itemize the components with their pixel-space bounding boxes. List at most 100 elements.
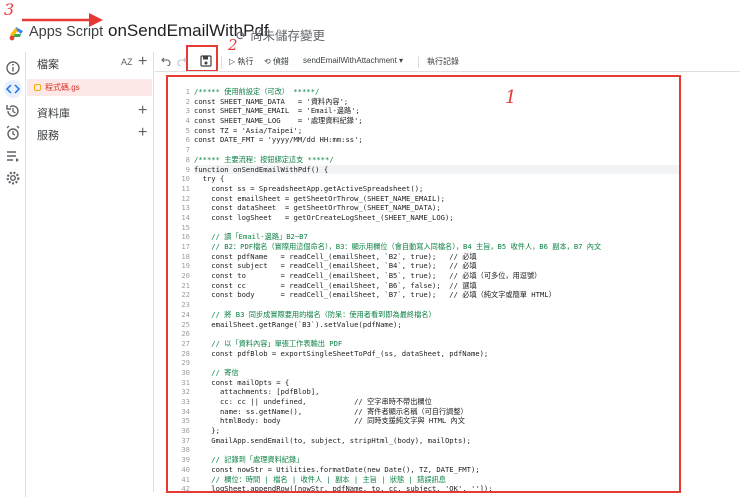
line-number: 41 (181, 474, 190, 484)
line-number: 30 (181, 367, 190, 377)
line-number: 20 (181, 271, 190, 281)
redo-icon[interactable] (177, 56, 187, 66)
line-number: 12 (181, 193, 190, 203)
add-service-button[interactable]: + (138, 125, 147, 141)
add-file-button[interactable]: + (138, 54, 147, 70)
files-title: 檔案 (37, 59, 59, 71)
add-library-button[interactable]: + (138, 103, 147, 119)
code-line[interactable]: logSheet.appendRow([nowStr, pdfName, to,… (194, 484, 679, 491)
line-number: 29 (181, 358, 190, 368)
annotation-label-three: 3 (4, 0, 15, 19)
code-line[interactable]: /***** 主要流程：按鈕綁定這支 *****/ (194, 155, 679, 165)
code-line[interactable]: const TZ = 'Asia/Taipei'; (194, 126, 679, 136)
editor-code-icon[interactable] (4, 80, 22, 98)
run-label: 執行 (237, 57, 254, 66)
line-number: 31 (181, 377, 190, 387)
save-disk-icon[interactable] (200, 55, 212, 67)
line-number: 18 (181, 251, 190, 261)
files-panel: 檔案 AZ + 程式碼.gs 資料庫 + 服務 + (27, 52, 154, 492)
line-number: 14 (181, 212, 190, 222)
code-line[interactable]: const to = readCell_(emailSheet, `B5`, t… (194, 271, 679, 281)
code-line[interactable]: const subject = readCell_(emailSheet, `B… (194, 261, 679, 271)
line-number: 35 (181, 416, 190, 426)
code-line[interactable]: const SHEET_NAME_LOG = '處理資料紀錄'; (194, 116, 679, 126)
code-line[interactable]: const pdfBlob = exportSingleSheetToPdf_(… (194, 349, 679, 359)
file-item-code-gs[interactable]: 程式碼.gs (27, 79, 152, 96)
code-line[interactable]: htmlBody: body // 同時支援純文字與 HTML 內文 (194, 416, 679, 426)
code-line[interactable] (194, 145, 679, 155)
code-line[interactable]: const dataSheet = getSheetOrThrow_(SHEET… (194, 203, 679, 213)
line-number: 19 (181, 261, 190, 271)
services-title: 服務 (37, 130, 59, 142)
line-number: 9 (185, 164, 190, 174)
code-line[interactable]: cc: cc || undefined, // 空字串時不帶出欄位 (194, 397, 679, 407)
code-line[interactable]: // 以「資料內容」單張工作表輸出 PDF (194, 339, 679, 349)
toolbar-divider (418, 56, 419, 68)
code-line[interactable]: GmailApp.sendEmail(to, subject, stripHtm… (194, 436, 679, 446)
code-line[interactable] (194, 223, 679, 233)
code-line[interactable]: function onSendEmailWithPdf() { (194, 164, 679, 175)
line-number: 5 (185, 125, 190, 135)
line-number: 11 (181, 183, 190, 193)
line-number: 15 (181, 222, 190, 232)
settings-gear-icon[interactable] (4, 169, 22, 187)
line-number: 21 (181, 280, 190, 290)
line-number-gutter: 1 2 3 4 5 6 7 8 9 10 11 12 13 14 15 16 17 18 19 20 21 22 23 24 2… (168, 87, 190, 493)
line-number: 1 (185, 87, 190, 96)
code-line[interactable]: const DATE_FMT = 'yyyy/MM/dd HH:mm:ss'; (194, 135, 679, 145)
line-number: 24 (181, 309, 190, 319)
code-line[interactable]: const SHEET_NAME_EMAIL = 'Email-邊路'; (194, 106, 679, 116)
triggers-alarm-icon[interactable] (4, 124, 22, 142)
code-line[interactable]: name: ss.getName(), // 寄件者顯示名稱（可自行調整） (194, 407, 679, 417)
code-line[interactable]: const SHEET_NAME_DATA = '資料內容'; (194, 97, 679, 107)
code-line[interactable]: const logSheet = getOrCreateLogSheet_(SH… (194, 213, 679, 223)
code-line[interactable]: // 寄信 (194, 368, 679, 378)
code-line[interactable]: /***** 使用前設定（可改） *****/ (194, 87, 679, 97)
code-area[interactable]: /***** 使用前設定（可改） *****/const SHEET_NAME_… (194, 87, 679, 491)
file-name: 程式碼.gs (45, 83, 80, 92)
code-line[interactable] (194, 445, 679, 455)
undo-icon[interactable] (161, 56, 171, 66)
line-number: 38 (181, 445, 190, 455)
code-line[interactable]: const pdfName = readCell_(emailSheet, `B… (194, 252, 679, 262)
code-line[interactable] (194, 300, 679, 310)
function-select[interactable]: sendEmailWithAttachment ▾ (303, 56, 403, 65)
line-number: 34 (181, 406, 190, 416)
history-icon[interactable] (4, 102, 22, 120)
code-line[interactable] (194, 358, 679, 368)
execution-log-button[interactable]: 執行記錄 (427, 56, 459, 67)
line-number: 28 (181, 348, 190, 358)
code-line[interactable]: const body = readCell_(emailSheet, `B7`,… (194, 290, 679, 300)
code-line[interactable]: // B2：PDF檔名（實際用這個命名），B3：顯示用欄位（會自動寫入同檔名），… (194, 242, 679, 252)
code-line[interactable]: // 欄位：時間 | 檔名 | 收件人 | 副本 | 主旨 | 狀態 | 錯誤訊… (194, 475, 679, 485)
run-button[interactable]: ▷ 執行 (229, 56, 253, 67)
line-number: 3 (185, 106, 190, 116)
line-number: 25 (181, 319, 190, 329)
code-editor[interactable]: 1 2 3 4 5 6 7 8 9 10 11 12 13 14 15 16 17 18 19 20 21 22 23 24 2… (166, 75, 681, 493)
code-line[interactable]: // 讀「Email-邊路」B2~B7 (194, 232, 679, 242)
code-line[interactable]: const nowStr = Utilities.formatDate(new … (194, 465, 679, 475)
code-line[interactable]: emailSheet.getRange(`B3`).setValue(pdfNa… (194, 320, 679, 330)
code-line[interactable]: const cc = readCell_(emailSheet, `B6`, f… (194, 281, 679, 291)
sort-files-button[interactable]: AZ (121, 57, 133, 67)
debug-button[interactable]: ⟲ 偵錯 (264, 56, 289, 67)
apps-script-editor-window: Apps Script onSendEmailWithPdf ⟳ 尚未儲存變更 3… (0, 0, 740, 497)
executions-list-icon[interactable] (4, 147, 22, 165)
code-line[interactable]: const ss = SpreadsheetApp.getActiveSprea… (194, 184, 679, 194)
left-rail (0, 52, 26, 497)
code-line[interactable]: }; (194, 426, 679, 436)
overview-info-icon[interactable] (4, 59, 22, 77)
line-number: 13 (181, 203, 190, 213)
code-line[interactable]: const emailSheet = getSheetOrThrow_(SHEE… (194, 194, 679, 204)
code-line[interactable]: // 將 B3 同步成實際要用的檔名（防呆：使用者看到即為最終檔名） (194, 310, 679, 320)
line-number: 42 (181, 484, 190, 493)
line-number: 10 (181, 174, 190, 184)
line-number: 37 (181, 435, 190, 445)
code-line[interactable]: try { (194, 174, 679, 184)
code-line[interactable]: const mailOpts = { (194, 378, 679, 388)
line-number: 33 (181, 397, 190, 406)
code-line[interactable]: attachments: [pdfBlob], (194, 387, 679, 397)
code-line[interactable]: // 記錄到「處理資料紀錄」 (194, 455, 679, 465)
toolbar-divider (221, 56, 222, 68)
code-line[interactable] (194, 329, 679, 339)
